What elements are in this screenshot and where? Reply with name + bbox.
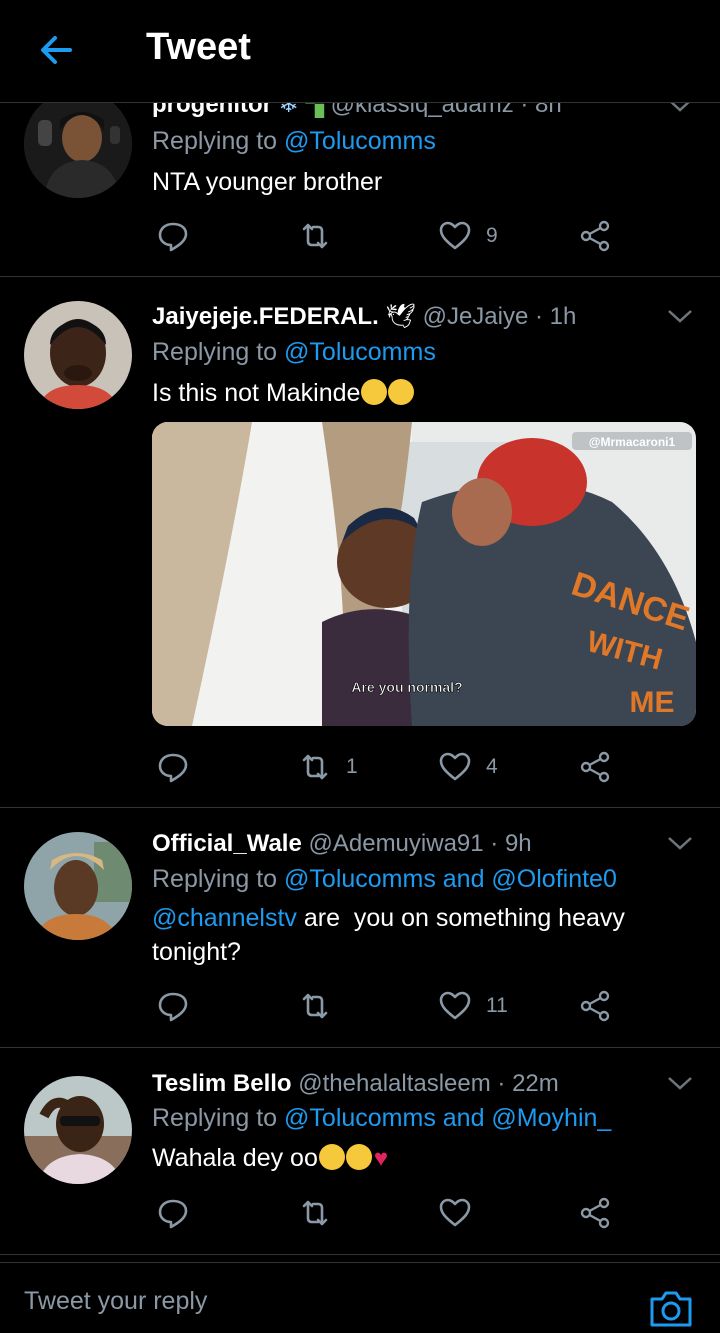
reply-icon bbox=[158, 753, 188, 783]
like-count: 4 bbox=[486, 755, 498, 778]
tweet-text: @channelstv are you on something heavy t… bbox=[152, 901, 692, 969]
reply-icon bbox=[158, 992, 188, 1022]
tweet-header: Jaiyejeje.FEDERAL. 🕊 @JeJaiye · 1h bbox=[152, 302, 576, 331]
like-count: 9 bbox=[486, 224, 498, 247]
display-name[interactable]: Teslim Bello bbox=[152, 1070, 292, 1097]
crying-face-emoji-icon bbox=[345, 1144, 372, 1170]
like-count: 11 bbox=[486, 994, 508, 1017]
share-action[interactable] bbox=[578, 986, 612, 1026]
camera-icon[interactable] bbox=[648, 1289, 694, 1329]
retweet-action[interactable] bbox=[298, 1193, 346, 1233]
tweet-text-content: Wahala dey oo bbox=[152, 1144, 318, 1172]
tweet-reply[interactable]: Jaiyejeje.FEDERAL. 🕊 @JeJaiye · 1h Reply… bbox=[0, 277, 720, 808]
page-title: Tweet bbox=[146, 26, 251, 68]
mention-link[interactable]: @Tolucomms bbox=[284, 127, 436, 155]
media-watermark: @Mrmacaroni1 bbox=[589, 435, 676, 449]
share-icon bbox=[580, 751, 610, 783]
chevron-down-icon[interactable] bbox=[666, 307, 694, 325]
heart-icon bbox=[439, 752, 471, 781]
retweet-action[interactable] bbox=[298, 986, 346, 1026]
jacket-text-3: ME bbox=[630, 686, 675, 719]
retweet-icon bbox=[302, 1200, 328, 1226]
heart-icon bbox=[439, 991, 471, 1020]
replying-to: Replying to @Tolucomms bbox=[152, 338, 436, 367]
retweet-icon bbox=[302, 223, 328, 249]
user-handle[interactable]: @thehalaltasleem · 22m bbox=[298, 1070, 558, 1097]
share-icon bbox=[580, 220, 610, 252]
user-handle[interactable]: @Ademuyiwa91 · 9h bbox=[309, 830, 532, 857]
mention-link[interactable]: @Tolucomms bbox=[284, 338, 436, 366]
tweet-text-line1: are you on something heavy bbox=[296, 904, 625, 932]
tweet-text: NTA younger brother bbox=[152, 168, 383, 196]
tweet-header: Official_Wale @Ademuyiwa91 · 9h bbox=[152, 830, 532, 858]
user-handle[interactable]: @JeJaiye · 1h bbox=[423, 303, 577, 330]
tweet-text: Is this not Makinde bbox=[152, 376, 692, 410]
like-action[interactable]: 9 bbox=[438, 216, 498, 256]
reply-action[interactable] bbox=[156, 747, 190, 787]
replying-to-label: Replying to bbox=[152, 338, 285, 366]
replying-to: Replying to @Tolucomms and @Moyhin_ bbox=[152, 1104, 611, 1133]
avatar[interactable] bbox=[24, 301, 132, 409]
retweet-count: 1 bbox=[346, 755, 358, 778]
reply-icon bbox=[158, 222, 188, 252]
tweet-reply[interactable]: Official_Wale @Ademuyiwa91 · 9h Replying… bbox=[0, 808, 720, 1048]
tweet-reply[interactable]: Teslim Bello @thehalaltasleem · 22m Repl… bbox=[0, 1048, 720, 1255]
unamused-face-emoji-icon bbox=[361, 379, 388, 405]
heart-icon bbox=[439, 221, 471, 250]
tweet-media-image[interactable]: @Mrmacaroni1 DANCE WITH ME Are you norma… bbox=[152, 422, 696, 726]
back-arrow-icon[interactable] bbox=[36, 30, 76, 70]
tweet-text-line2: tonight? bbox=[152, 938, 241, 966]
tweet-text-content: Is this not Makinde bbox=[152, 379, 361, 407]
unamused-face-emoji-icon bbox=[388, 379, 415, 405]
like-action[interactable]: 11 bbox=[438, 986, 508, 1026]
chevron-down-icon[interactable] bbox=[666, 834, 694, 852]
avatar[interactable] bbox=[24, 832, 132, 940]
share-action[interactable] bbox=[578, 1193, 612, 1233]
retweet-icon bbox=[302, 754, 328, 780]
display-name[interactable]: Jaiyejeje.FEDERAL. bbox=[152, 303, 379, 330]
replying-to-label: Replying to bbox=[152, 127, 285, 155]
laughing-face-emoji-icon bbox=[318, 1144, 345, 1170]
top-app-bar: Tweet bbox=[0, 0, 720, 103]
chevron-down-icon[interactable] bbox=[666, 1074, 694, 1092]
mention-link[interactable]: @Tolucomms and @Moyhin_ bbox=[284, 1104, 611, 1132]
broken-heart-emoji-icon: ♥ bbox=[373, 1145, 389, 1172]
share-icon bbox=[580, 990, 610, 1022]
avatar[interactable] bbox=[24, 90, 132, 198]
media-caption: Are you normal? bbox=[351, 679, 462, 695]
share-action[interactable] bbox=[578, 216, 612, 256]
retweet-action[interactable]: 1 bbox=[298, 747, 358, 787]
reply-composer-bar[interactable]: Tweet your reply bbox=[0, 1262, 720, 1333]
like-action[interactable] bbox=[438, 1193, 486, 1233]
reply-action[interactable] bbox=[156, 1193, 190, 1233]
dove-emoji-icon: 🕊 bbox=[385, 303, 416, 330]
replying-to-label: Replying to bbox=[152, 1104, 285, 1132]
reply-action[interactable] bbox=[156, 216, 190, 256]
mention-link[interactable]: @Tolucomms and @Olofinte0 bbox=[284, 865, 617, 893]
share-icon bbox=[580, 1197, 610, 1229]
avatar[interactable] bbox=[24, 1076, 132, 1184]
replying-to: Replying to @Tolucomms bbox=[152, 127, 436, 156]
replying-to: Replying to @Tolucomms and @Olofinte0 bbox=[152, 865, 617, 894]
mention-link[interactable]: @channelstv bbox=[152, 904, 297, 932]
tweet-text: Wahala dey oo ♥ bbox=[152, 1141, 692, 1176]
tweet-header: Teslim Bello @thehalaltasleem · 22m bbox=[152, 1070, 559, 1098]
heart-icon bbox=[439, 1198, 471, 1227]
display-name[interactable]: Official_Wale bbox=[152, 830, 302, 857]
retweet-action[interactable] bbox=[298, 216, 346, 256]
reply-action[interactable] bbox=[156, 986, 190, 1026]
share-action[interactable] bbox=[578, 747, 612, 787]
reply-input-placeholder[interactable]: Tweet your reply bbox=[24, 1287, 207, 1316]
retweet-icon bbox=[302, 993, 328, 1019]
like-action[interactable]: 4 bbox=[438, 747, 498, 787]
reply-icon bbox=[158, 1199, 188, 1229]
replying-to-label: Replying to bbox=[152, 865, 285, 893]
